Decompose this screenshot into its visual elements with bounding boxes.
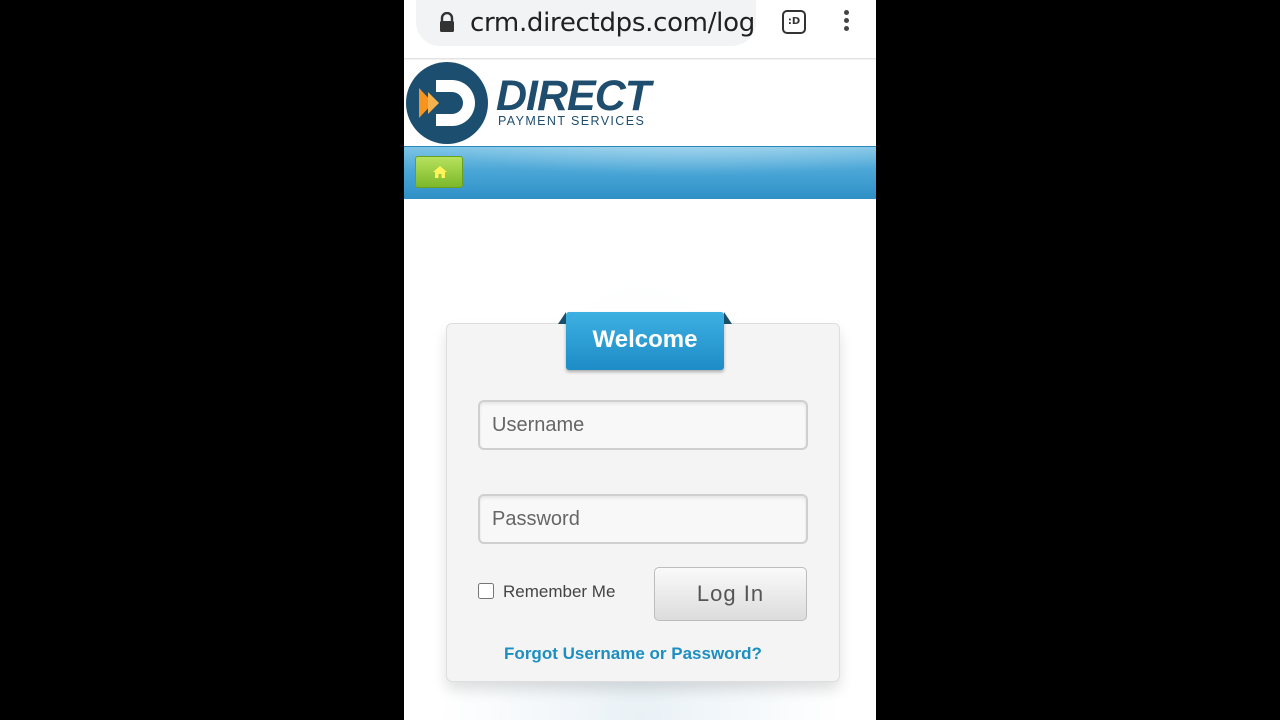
remember-me-checkbox[interactable] — [478, 583, 494, 599]
more-menu-icon[interactable] — [840, 10, 852, 34]
remember-me-label: Remember Me — [503, 582, 616, 601]
welcome-title: Welcome — [592, 326, 698, 353]
main-content: Welcome Remember Me Log In Forgot Userna… — [404, 199, 876, 720]
lock-icon — [440, 12, 454, 32]
address-bar[interactable]: crm.directdps.com/login — [416, 0, 756, 46]
phone-screen: crm.directdps.com/login :D DIRECT PAYMEN… — [404, 0, 876, 720]
nav-bar — [404, 146, 876, 200]
home-button[interactable] — [415, 156, 463, 188]
logo-mark-icon — [406, 62, 488, 144]
home-icon — [433, 166, 447, 178]
browser-toolbar: crm.directdps.com/login :D — [404, 0, 876, 59]
password-input[interactable] — [478, 494, 808, 544]
tab-switcher-button[interactable]: :D — [782, 10, 806, 34]
login-panel: Welcome Remember Me Log In Forgot Userna… — [446, 312, 840, 682]
login-button[interactable]: Log In — [654, 567, 807, 621]
brand-name: DIRECT — [496, 72, 651, 120]
brand-tagline: PAYMENT SERVICES — [498, 114, 646, 128]
logo[interactable]: DIRECT PAYMENT SERVICES — [404, 60, 876, 146]
forgot-credentials-link[interactable]: Forgot Username or Password? — [447, 644, 819, 664]
username-input[interactable] — [478, 400, 808, 450]
url-text[interactable]: crm.directdps.com/login — [470, 8, 756, 38]
welcome-banner: Welcome — [558, 312, 732, 370]
